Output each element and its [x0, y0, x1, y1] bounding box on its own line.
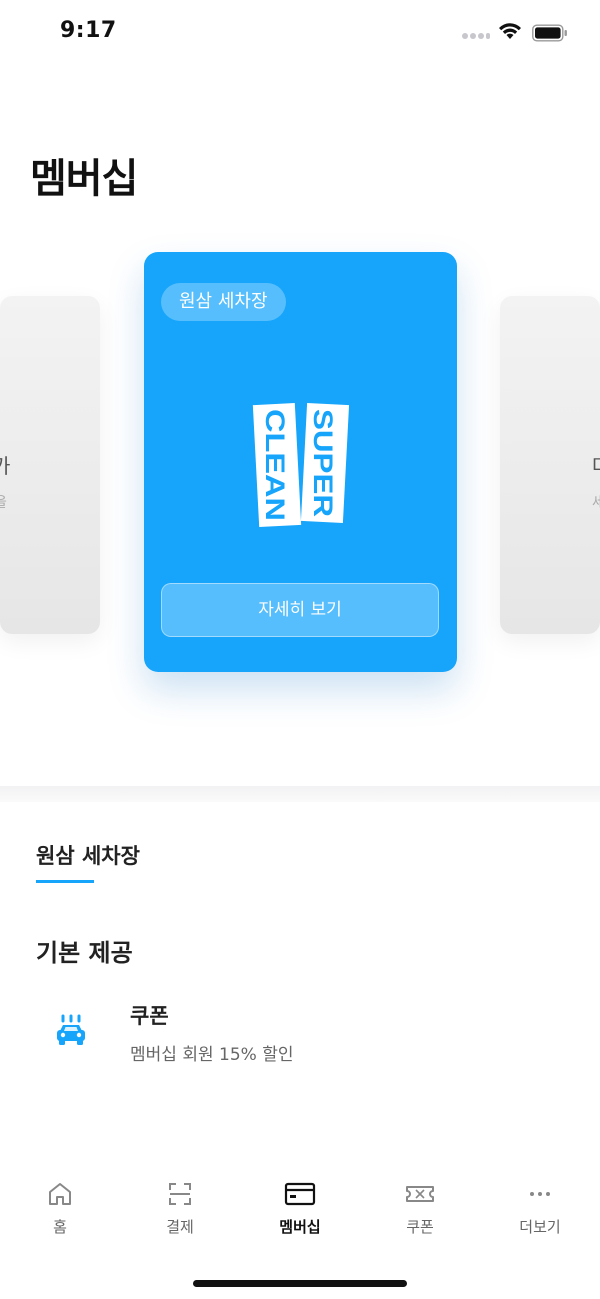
- cellular-signal-icon: [462, 33, 490, 43]
- logo-text-top: SUPER: [308, 409, 338, 517]
- nav-payment[interactable]: 결제: [130, 1180, 230, 1250]
- section-divider: [0, 786, 600, 802]
- benefit-description: 멤버십 회원 15% 할인: [130, 1045, 294, 1065]
- nav-coupon[interactable]: 쿠폰: [370, 1180, 470, 1250]
- page-title: 멤버십: [30, 156, 138, 202]
- benefit-title: 쿠폰: [130, 1004, 169, 1028]
- previous-card-subtitle: 을: [0, 495, 7, 511]
- membership-carousel[interactable]: 카 을 원삼 세차장 CLEAN SUPER 자세히 보기 마 세: [0, 240, 600, 700]
- nav-home[interactable]: 홈: [10, 1180, 110, 1250]
- nav-membership[interactable]: 멤버십: [250, 1180, 350, 1250]
- nav-more-label: 더보기: [519, 1218, 561, 1236]
- status-bar: 9:17: [0, 0, 600, 66]
- nav-payment-label: 결제: [166, 1218, 194, 1236]
- store-name-chip: 원삼 세차장: [161, 283, 286, 321]
- view-details-button[interactable]: 자세히 보기: [161, 583, 439, 637]
- membership-card-current[interactable]: 원삼 세차장 CLEAN SUPER 자세히 보기: [144, 252, 457, 672]
- nav-more[interactable]: 더보기: [490, 1180, 590, 1250]
- battery-icon: [532, 24, 567, 42]
- membership-screen: 9:17 멤버십 카 을 원삼 세차장 CLEAN SUPER 자세히 보기 세…: [0, 0, 600, 1299]
- previous-card-title: 카: [0, 454, 11, 478]
- next-card-title: 마: [592, 450, 600, 479]
- logo-text-bottom: CLEAN: [260, 409, 290, 521]
- membership-card-next[interactable]: 마 세: [500, 296, 600, 634]
- benefit-item: 쿠폰 멤버십 회원 15% 할인: [36, 996, 564, 1072]
- wifi-icon: [499, 23, 521, 39]
- home-indicator[interactable]: [193, 1280, 407, 1287]
- tab-active-indicator: [36, 880, 94, 883]
- car-wash-icon: [57, 1014, 85, 1045]
- membership-card-previous[interactable]: 카 을: [0, 296, 100, 634]
- nav-home-label: 홈: [53, 1218, 67, 1236]
- super-clean-logo: CLEAN SUPER: [252, 402, 350, 528]
- more-icon: [530, 1192, 550, 1196]
- tab-store[interactable]: 원삼 세차장: [36, 840, 140, 870]
- status-time: 9:17: [60, 18, 117, 43]
- card-icon: [284, 1182, 316, 1206]
- next-card-subtitle: 세: [592, 495, 600, 511]
- scan-icon: [169, 1183, 191, 1205]
- section-heading: 기본 제공: [36, 939, 133, 967]
- nav-coupon-label: 쿠폰: [406, 1218, 434, 1236]
- home-icon: [49, 1183, 71, 1205]
- nav-membership-label: 멤버십: [279, 1218, 321, 1236]
- ticket-icon: [406, 1186, 434, 1202]
- bottom-tab-bar: 홈 결제 멤버십 쿠폰 더보기: [0, 1162, 600, 1299]
